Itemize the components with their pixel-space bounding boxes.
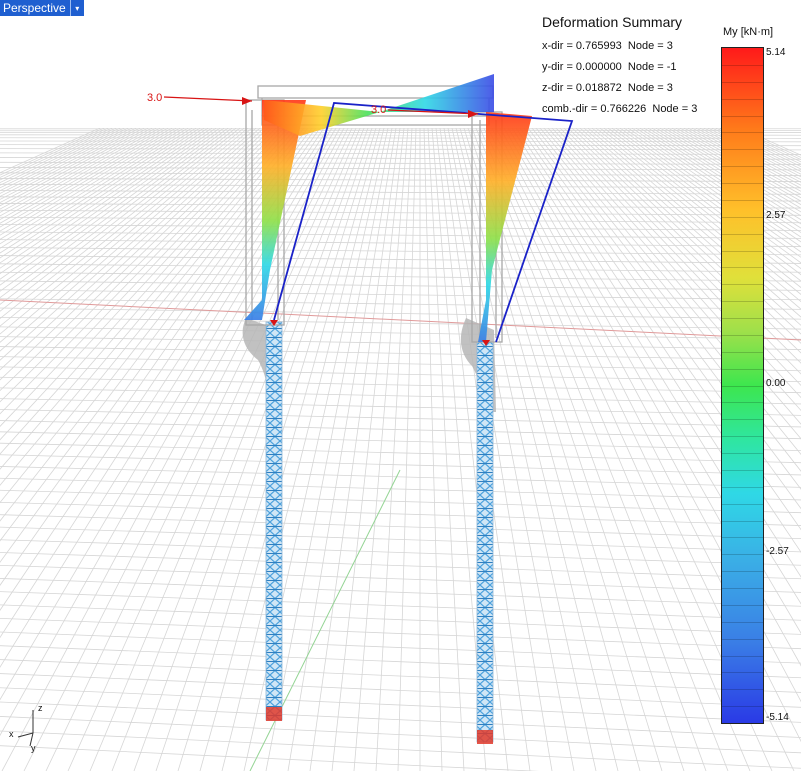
legend-tick-zero: 0.00 bbox=[766, 378, 786, 389]
pile-left-base bbox=[266, 707, 282, 721]
summary-row-comb: comb.-dir = 0.766226 Node = 3 bbox=[542, 103, 698, 115]
axis-gizmo bbox=[17, 710, 34, 747]
moment-diagram-right-column bbox=[478, 112, 532, 342]
pile-right-base bbox=[477, 730, 493, 744]
load-label-left: 3.0 bbox=[147, 92, 162, 104]
deformation-summary: Deformation Summary x-dir = 0.765993 Nod… bbox=[542, 14, 697, 120]
legend-tick-max: 5.14 bbox=[766, 47, 786, 58]
viewport-tab-label[interactable]: Perspective bbox=[0, 0, 70, 16]
axis-x-label: x bbox=[9, 729, 14, 739]
summary-row-z: z-dir = 0.018872 Node = 3 bbox=[542, 82, 673, 94]
axis-y-label: y bbox=[31, 743, 36, 753]
deformation-summary-title: Deformation Summary bbox=[542, 14, 683, 30]
legend-title: My [kN·m] bbox=[723, 26, 774, 38]
chevron-down-icon[interactable]: ▾ bbox=[69, 0, 84, 16]
color-legend-bar bbox=[721, 47, 764, 724]
viewport-perspective[interactable]: 3.0 3.0 z x y Perspective ▾ Deformation … bbox=[0, 0, 801, 771]
legend-tick-min: -5.14 bbox=[766, 712, 789, 723]
pile-right bbox=[476, 341, 494, 743]
load-label-mid: 3.0 bbox=[371, 104, 386, 116]
summary-row-x: x-dir = 0.765993 Node = 3 bbox=[542, 40, 673, 52]
summary-row-y: y-dir = 0.000000 Node = -1 bbox=[542, 61, 677, 73]
legend-tick-upper: 2.57 bbox=[766, 210, 786, 221]
legend-tick-lower: -2.57 bbox=[766, 546, 789, 557]
viewport-tab[interactable]: Perspective ▾ bbox=[0, 0, 84, 16]
axis-z-label: z bbox=[38, 703, 43, 713]
pile-left bbox=[265, 321, 283, 721]
